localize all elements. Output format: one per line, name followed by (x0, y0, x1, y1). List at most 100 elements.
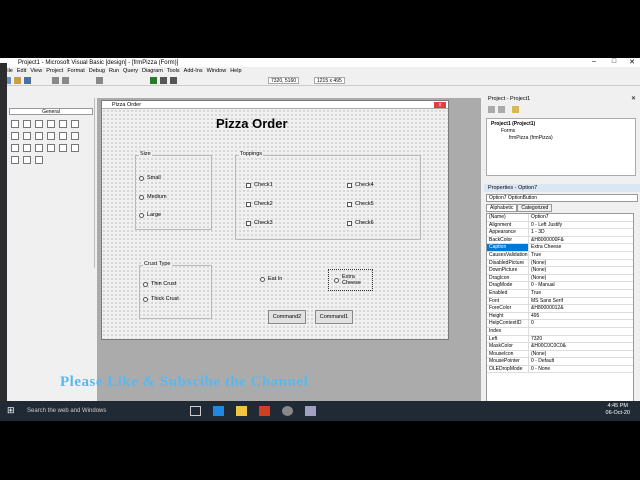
option-medium[interactable]: Medium (139, 194, 167, 200)
property-value[interactable]: True (529, 290, 633, 297)
listbox-icon[interactable] (47, 132, 55, 140)
check5[interactable]: Check5 (347, 201, 374, 207)
minimize-button[interactable]: – (584, 58, 604, 65)
property-value[interactable]: 0 - None (529, 366, 633, 373)
property-row[interactable]: DragIcon (None) (487, 274, 633, 283)
textbox-icon[interactable] (47, 120, 55, 128)
media-icon[interactable] (282, 406, 293, 416)
tab-alphabetic[interactable]: Alphabetic (486, 204, 518, 212)
file-explorer-icon[interactable] (236, 406, 247, 416)
option-thick-crust[interactable]: Thick Crust (143, 296, 179, 302)
menu-run[interactable]: Run (109, 68, 119, 74)
property-row[interactable]: BackColor &H8000000F& (487, 236, 633, 245)
view-code-icon[interactable] (488, 106, 495, 113)
property-value[interactable]: Extra Cheese (529, 244, 633, 251)
toggle-folders-icon[interactable] (512, 106, 519, 113)
property-row[interactable]: MaskColor &H00C0C0C0& (487, 343, 633, 351)
property-row[interactable]: Left 7320 (487, 335, 633, 344)
option-eat-in[interactable]: Eat In (260, 276, 282, 282)
menu-project[interactable]: Project (46, 68, 63, 74)
open-icon[interactable] (14, 77, 21, 84)
tab-categorized[interactable]: Categorized (517, 204, 553, 212)
property-value[interactable]: &H8000000F& (529, 237, 633, 244)
property-row[interactable]: Caption Extra Cheese (487, 244, 633, 252)
pause-icon[interactable] (160, 77, 167, 84)
check1[interactable]: Check1 (246, 182, 273, 188)
menu-query[interactable]: Query (123, 68, 138, 74)
check2[interactable]: Check2 (246, 201, 273, 207)
visual-basic-icon[interactable] (305, 406, 316, 416)
view-object-icon[interactable] (498, 106, 505, 113)
property-value[interactable]: 1 - 3D (529, 229, 633, 236)
data-icon[interactable] (23, 156, 31, 164)
property-row[interactable]: Alignment 0 - Left Justify (487, 221, 633, 230)
property-row[interactable]: OLEDropMode 0 - None (487, 365, 633, 374)
checkbox-icon[interactable] (11, 132, 19, 140)
size-frame[interactable]: Size Small Medium Large (135, 151, 212, 230)
ole-icon[interactable] (35, 156, 43, 164)
check3[interactable]: Check3 (246, 220, 273, 226)
property-row[interactable]: MouseIcon (None) (487, 350, 633, 359)
property-value[interactable]: (None) (529, 275, 633, 282)
filelist-icon[interactable] (47, 144, 55, 152)
command2-button[interactable]: Command2 (268, 310, 306, 324)
property-value[interactable]: 495 (529, 313, 633, 320)
toolbox-tab-general[interactable]: General (9, 108, 93, 115)
property-row[interactable]: DisabledPicture (None) (487, 259, 633, 268)
check4[interactable]: Check4 (347, 182, 374, 188)
property-row[interactable]: Appearance 1 - 3D (487, 229, 633, 237)
property-value[interactable]: (None) (529, 267, 633, 274)
combobox-icon[interactable] (35, 132, 43, 140)
property-row[interactable]: Enabled True (487, 289, 633, 298)
property-value[interactable]: Option7 (529, 214, 633, 221)
property-value[interactable]: (None) (529, 260, 633, 267)
pointer-icon[interactable] (11, 120, 19, 128)
hscroll-icon[interactable] (59, 132, 67, 140)
dirlist-icon[interactable] (35, 144, 43, 152)
form-frmPizza[interactable]: Pizza Order x Pizza Order Size Small Med… (101, 100, 449, 340)
menu-edit[interactable]: Edit (17, 68, 26, 74)
menu-diagram[interactable]: Diagram (142, 68, 163, 74)
command1-button[interactable]: Command1 (315, 310, 353, 324)
property-value[interactable]: 0 - Left Justify (529, 222, 633, 229)
property-row[interactable]: DownPicture (None) (487, 267, 633, 275)
tree-frmpizza[interactable]: frmPizza (frmPizza) (509, 135, 553, 141)
undo-icon[interactable] (96, 77, 103, 84)
property-value[interactable]: 0 - Manual (529, 282, 633, 289)
property-row[interactable]: Index (487, 327, 633, 336)
properties-object-select[interactable]: Option7 OptionButton (486, 194, 638, 202)
property-row[interactable]: CausesValidation True (487, 251, 633, 260)
clock[interactable]: 4:45 PM 06-Oct-20 (606, 403, 630, 417)
property-value[interactable]: &H80000012& (529, 305, 633, 312)
close-button[interactable]: ✕ (622, 58, 640, 66)
menu-view[interactable]: View (30, 68, 42, 74)
option-extra-cheese[interactable]: Extra Cheese (328, 269, 373, 291)
property-value[interactable]: True (529, 252, 633, 259)
tree-forms[interactable]: Forms (501, 128, 515, 134)
property-row[interactable]: Height 495 (487, 312, 633, 321)
form-close-button[interactable]: x (434, 102, 446, 108)
toppings-frame[interactable]: Toppings Check1 Check2 Check3 Check4 Che… (235, 151, 421, 240)
menu-tools[interactable]: Tools (167, 68, 180, 74)
taskbar-search[interactable]: Search the web and Windows (22, 401, 172, 421)
property-value[interactable]: (None) (529, 351, 633, 358)
picturebox-icon[interactable] (23, 120, 31, 128)
menu-help[interactable]: Help (230, 68, 241, 74)
cut-icon[interactable] (52, 77, 59, 84)
frame-icon[interactable] (59, 120, 67, 128)
label-icon[interactable] (35, 120, 43, 128)
windows-start-icon[interactable]: ⊞ (7, 406, 16, 415)
shape-icon[interactable] (59, 144, 67, 152)
crust-frame[interactable]: Crust Type Thin Crust Thick Crust (139, 261, 212, 319)
start-icon[interactable] (150, 77, 157, 84)
vscroll-icon[interactable] (71, 132, 79, 140)
tree-project[interactable]: Project1 (Project1) (491, 121, 535, 127)
drivelist-icon[interactable] (23, 144, 31, 152)
property-row[interactable]: ForeColor &H80000012& (487, 305, 633, 313)
property-value[interactable] (529, 328, 633, 335)
powerpoint-icon[interactable] (259, 406, 270, 416)
option-small[interactable]: Small (139, 175, 161, 181)
menu-debug[interactable]: Debug (89, 68, 105, 74)
optionbutton-icon[interactable] (23, 132, 31, 140)
option-large[interactable]: Large (139, 212, 161, 218)
